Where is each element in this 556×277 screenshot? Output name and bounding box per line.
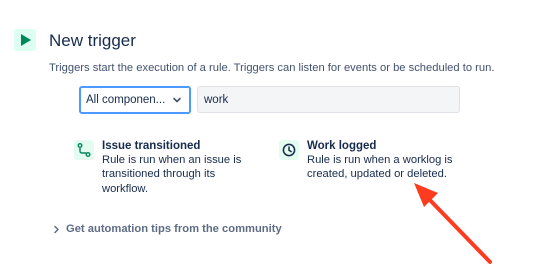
automation-tips-label: Get automation tips from the community <box>66 223 282 235</box>
trigger-search-input[interactable] <box>197 86 460 113</box>
new-trigger-panel: New trigger Triggers start the execution… <box>0 0 556 277</box>
chevron-right-icon <box>54 225 59 233</box>
component-select-value: All componen... <box>86 94 166 106</box>
workflow-transition-icon <box>74 140 94 160</box>
trigger-name: Issue transitioned <box>102 140 201 152</box>
play-icon <box>14 29 36 51</box>
component-select[interactable]: All componen... <box>79 86 191 114</box>
chevron-down-icon <box>173 97 181 103</box>
page-subtitle: Triggers start the execution of a rule. … <box>49 62 495 74</box>
automation-tips-link[interactable]: Get automation tips from the community <box>52 222 282 236</box>
trigger-option-work-logged[interactable]: Work logged Rule is run when a worklog i… <box>279 139 469 182</box>
trigger-option-issue-transitioned[interactable]: Issue transitioned Rule is run when an i… <box>74 139 264 196</box>
clock-icon <box>279 140 299 160</box>
trigger-description: Rule is run when a worklog is created, u… <box>307 154 453 181</box>
trigger-name: Work logged <box>307 140 377 152</box>
page-title: New trigger <box>49 31 136 50</box>
trigger-description: Rule is run when an issue is transitione… <box>102 154 242 195</box>
